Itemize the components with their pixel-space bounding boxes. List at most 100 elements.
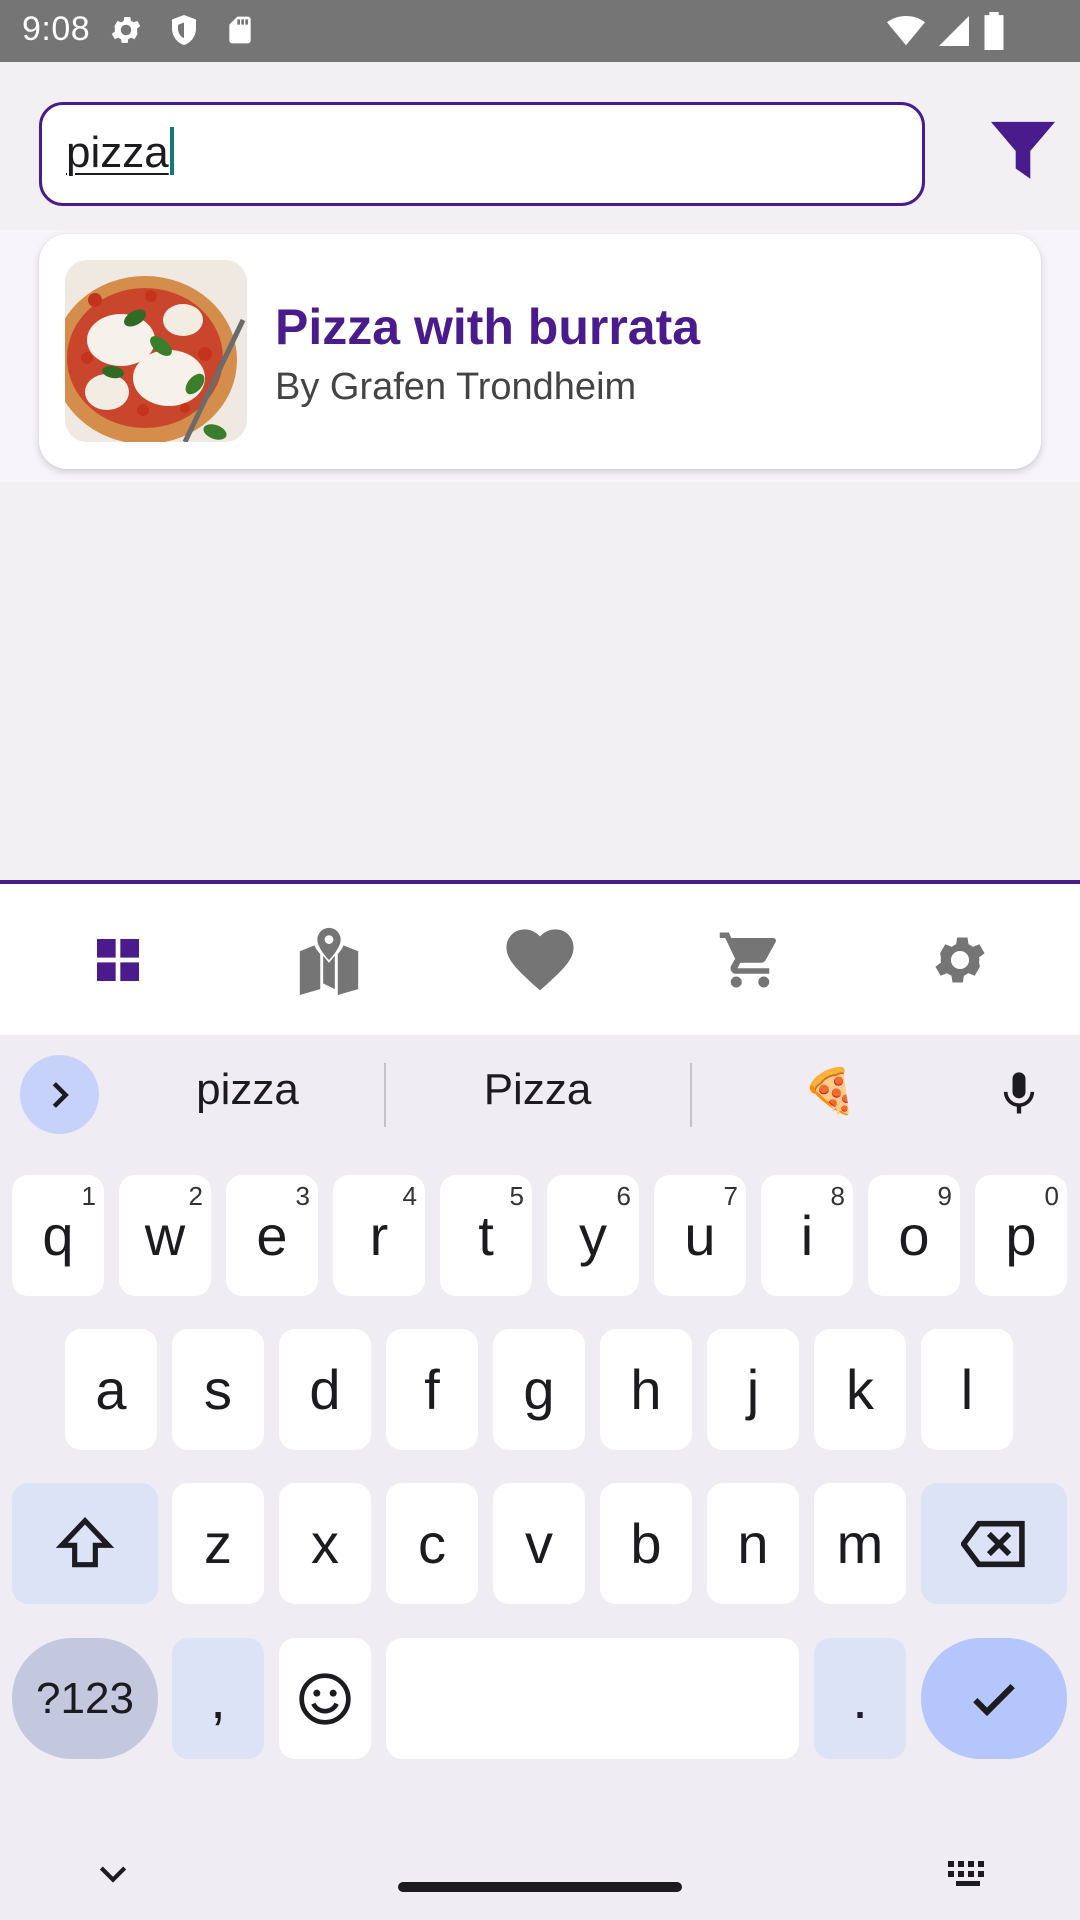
suggestion-2[interactable]: Pizza: [430, 1065, 645, 1115]
filter-icon: [990, 121, 1056, 179]
shift-icon: [55, 1516, 115, 1567]
key-label: f: [424, 1358, 440, 1421]
hide-keyboard-icon[interactable]: [93, 1853, 133, 1893]
key-number-hint: 7: [723, 1181, 738, 1211]
home-indicator[interactable]: [398, 1882, 682, 1892]
key-q[interactable]: q1: [12, 1175, 104, 1296]
key-label: b: [630, 1512, 662, 1575]
text-cursor: [169, 127, 174, 175]
key-z[interactable]: z: [172, 1483, 264, 1604]
key-y[interactable]: y6: [547, 1175, 639, 1296]
microphone-icon[interactable]: [993, 1065, 1045, 1123]
status-time: 9:08: [22, 10, 91, 48]
nav-favorites[interactable]: [432, 884, 648, 1035]
key-a[interactable]: a: [65, 1329, 157, 1450]
key-k[interactable]: k: [814, 1329, 906, 1450]
key-u[interactable]: u7: [654, 1175, 746, 1296]
key-g[interactable]: g: [493, 1329, 585, 1450]
key-b[interactable]: b: [600, 1483, 692, 1604]
key-label: y: [579, 1204, 607, 1267]
key-v[interactable]: v: [493, 1483, 585, 1604]
key-label: u: [684, 1204, 716, 1267]
space-key[interactable]: [386, 1638, 799, 1759]
key-w[interactable]: w2: [119, 1175, 211, 1296]
recipe-card[interactable]: Pizza with burrata By Grafen Trondheim: [39, 234, 1041, 469]
wifi-icon: [887, 15, 925, 46]
key-label: c: [418, 1512, 446, 1575]
enter-key[interactable]: [921, 1638, 1067, 1759]
emoji-icon: [299, 1672, 351, 1725]
backspace-icon: [961, 1520, 1025, 1567]
signal-icon: [939, 16, 969, 46]
key-label: m: [836, 1512, 884, 1575]
suggestion-3[interactable]: 🍕: [725, 1065, 935, 1117]
sd-card-icon: [229, 16, 251, 44]
nav-cart[interactable]: [642, 884, 858, 1035]
key-label: j: [746, 1358, 760, 1421]
key-number-hint: 4: [402, 1181, 417, 1211]
key-t[interactable]: t5: [440, 1175, 532, 1296]
key-m[interactable]: m: [814, 1483, 906, 1604]
backspace-key[interactable]: [921, 1483, 1067, 1604]
key-h[interactable]: h: [600, 1329, 692, 1450]
shift-key[interactable]: [12, 1483, 158, 1604]
symbols-key[interactable]: ?123: [12, 1638, 158, 1759]
key-l[interactable]: l: [921, 1329, 1013, 1450]
key-number-hint: 9: [937, 1181, 952, 1211]
status-bar: 9:08: [0, 0, 1080, 62]
emoji-key[interactable]: [279, 1638, 371, 1759]
key-c[interactable]: c: [386, 1483, 478, 1604]
key-label: o: [898, 1204, 930, 1267]
suggestion-strip: pizza Pizza 🍕: [0, 1035, 1080, 1155]
soft-keyboard: pizza Pizza 🍕 ?123 , . q1w2e3r4t5y6u7i8o…: [0, 1035, 1080, 1920]
filter-button[interactable]: [988, 115, 1058, 187]
gear-icon: [935, 937, 985, 982]
chevron-right-icon: [52, 1081, 69, 1108]
recipe-image: [65, 260, 247, 442]
bottom-navigation: [0, 880, 1080, 1035]
nav-settings[interactable]: [852, 884, 1068, 1035]
key-f[interactable]: f: [386, 1329, 478, 1450]
key-label: z: [204, 1512, 232, 1575]
key-o[interactable]: o9: [868, 1175, 960, 1296]
key-d[interactable]: d: [279, 1329, 371, 1450]
expand-suggestions-button[interactable]: [20, 1055, 99, 1134]
key-label: p: [1005, 1204, 1037, 1267]
key-label: n: [737, 1512, 769, 1575]
dashboard-icon: [97, 938, 139, 981]
search-input[interactable]: pizza: [39, 102, 925, 206]
key-p[interactable]: p0: [975, 1175, 1067, 1296]
cart-icon: [719, 932, 776, 987]
key-i[interactable]: i8: [761, 1175, 853, 1296]
key-label: g: [523, 1358, 555, 1421]
comma-key[interactable]: ,: [172, 1638, 264, 1759]
key-label: t: [478, 1204, 494, 1267]
suggestion-divider: [384, 1063, 386, 1127]
battery-icon: [984, 12, 1004, 50]
key-j[interactable]: j: [707, 1329, 799, 1450]
key-label: d: [309, 1358, 341, 1421]
period-key[interactable]: .: [814, 1638, 906, 1759]
nav-map[interactable]: [221, 884, 437, 1035]
key-label: s: [204, 1358, 232, 1421]
key-label: h: [630, 1358, 662, 1421]
key-e[interactable]: e3: [226, 1175, 318, 1296]
key-number-hint: 5: [509, 1181, 524, 1211]
key-number-hint: 6: [616, 1181, 631, 1211]
shield-icon: [172, 15, 196, 45]
key-label: l: [960, 1358, 974, 1421]
key-label: k: [846, 1358, 874, 1421]
key-x[interactable]: x: [279, 1483, 371, 1604]
key-label: w: [144, 1204, 186, 1267]
key-number-hint: 8: [830, 1181, 845, 1211]
key-label: r: [369, 1204, 389, 1267]
key-r[interactable]: r4: [333, 1175, 425, 1296]
key-number-hint: 3: [295, 1181, 310, 1211]
keyboard-switch-icon[interactable]: [944, 1853, 992, 1893]
suggestion-1[interactable]: pizza: [140, 1065, 355, 1115]
key-s[interactable]: s: [172, 1329, 264, 1450]
key-label: v: [525, 1512, 553, 1575]
key-n[interactable]: n: [707, 1483, 799, 1604]
key-label: x: [311, 1512, 339, 1575]
nav-dashboard[interactable]: [10, 884, 226, 1035]
